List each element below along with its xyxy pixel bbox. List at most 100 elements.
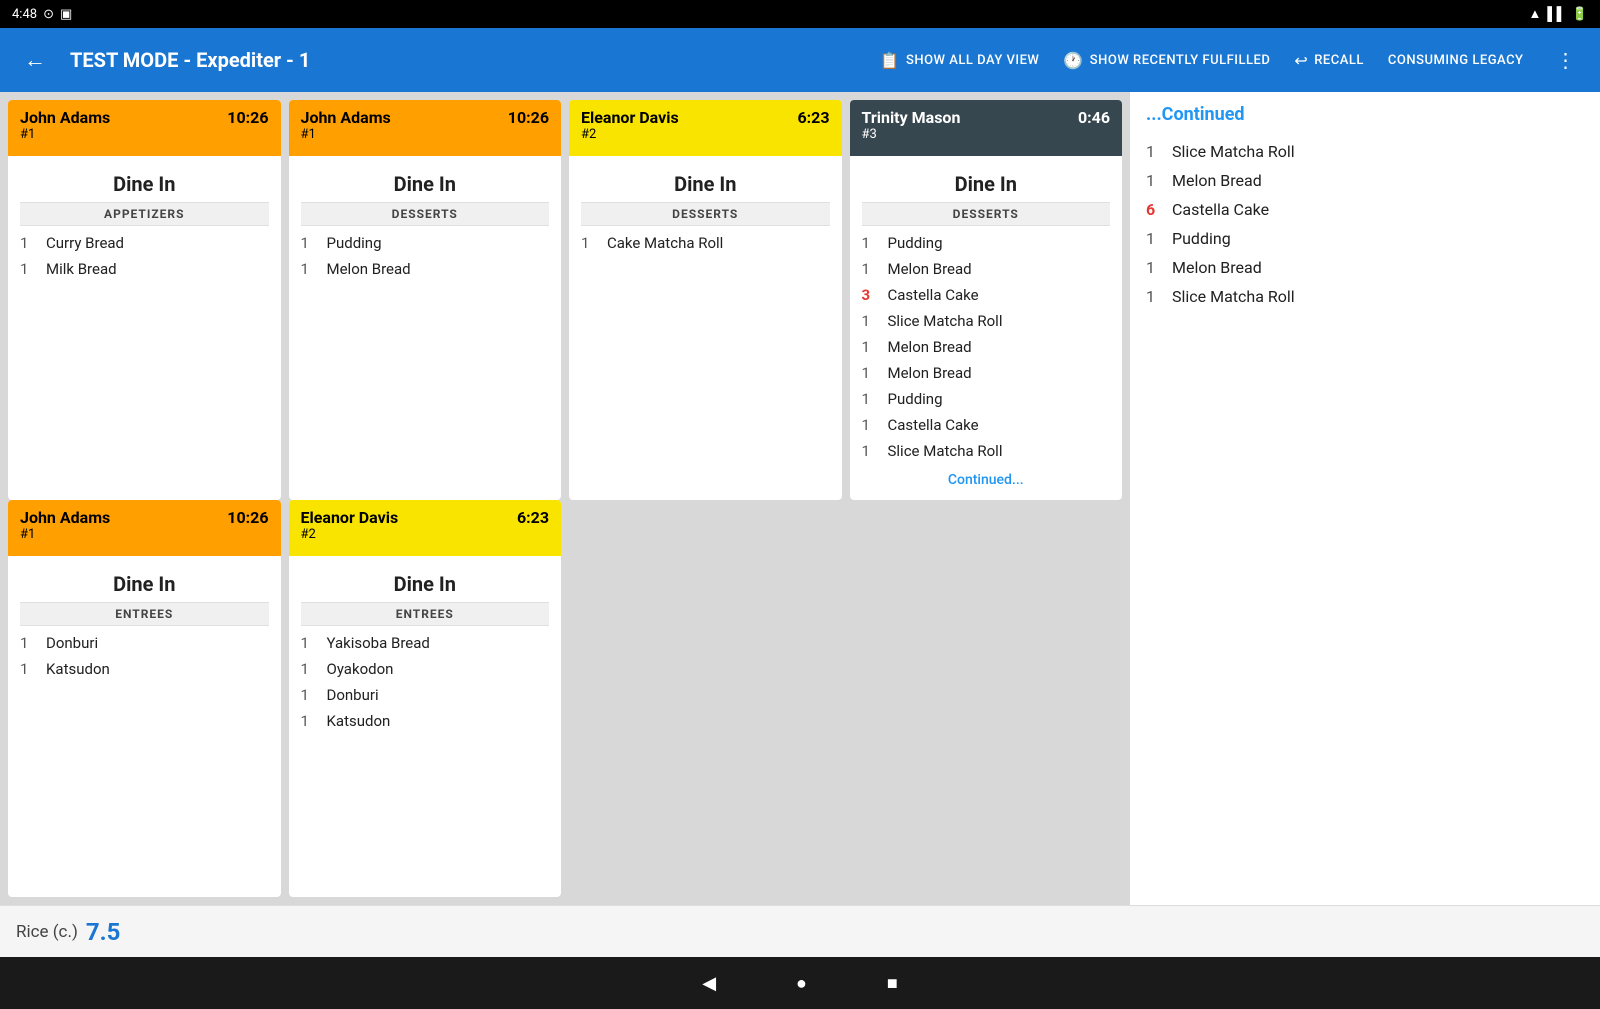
order-card-eleanor-davis-desserts[interactable]: Eleanor Davis #2 6:23 Dine In DESSERTS 1… [569,100,842,500]
card-header-left: John Adams #1 [20,508,110,542]
list-item: 1 Donburi [301,682,550,708]
item-qty: 1 [862,364,880,382]
list-item: 1 Melon Bread [862,360,1111,386]
recall-icon: ↩ [1294,51,1308,70]
nav-home-button[interactable]: ● [796,973,807,994]
item-name: Melon Bread [888,260,972,278]
list-item: 1 Pudding [1146,224,1584,253]
order-card-eleanor-davis-entrees[interactable]: Eleanor Davis #2 6:23 Dine In ENTREES 1 … [289,500,562,897]
empty-cell-3 [569,500,842,897]
signal-icon: ▌▌ [1547,6,1565,22]
item-name: Melon Bread [327,260,411,278]
list-item: 1 Castella Cake [862,412,1111,438]
status-bar-right: ▲ ▌▌ 🔋 [1529,6,1588,22]
section-header: ENTREES [301,602,550,626]
item-name: Pudding [327,234,382,252]
item-qty: 1 [1146,229,1164,248]
item-name: Cake Matcha Roll [607,234,723,252]
toolbar-actions: 📋 SHOW ALL DAY VIEW 🕐 SHOW RECENTLY FULF… [880,44,1584,76]
list-item: 1 Melon Bread [862,334,1111,360]
customer-name: John Adams [20,108,110,127]
item-name: Slice Matcha Roll [888,442,1003,460]
cards-area: John Adams #1 10:26 Dine In APPETIZERS 1… [0,92,1130,905]
bottom-bar: Rice (c.) 7.5 [0,905,1600,957]
status-dot-icon: ⊙ [43,7,54,22]
card-header: Eleanor Davis #2 6:23 [289,500,562,556]
recall-label: RECALL [1314,53,1364,68]
order-card-john-adams-entrees[interactable]: John Adams #1 10:26 Dine In ENTREES 1 Do… [8,500,281,897]
item-name: Katsudon [327,712,391,730]
order-num: #1 [20,527,110,542]
card-header-left: John Adams #1 [20,108,110,142]
back-button[interactable]: ← [16,43,54,77]
order-card-john-adams-desserts[interactable]: John Adams #1 10:26 Dine In DESSERTS 1 P… [289,100,562,500]
item-name: Pudding [888,390,943,408]
order-num: #2 [301,527,399,542]
item-name: Donburi [46,634,98,652]
show-all-day-button[interactable]: 📋 SHOW ALL DAY VIEW [880,51,1040,70]
item-name: Castella Cake [888,286,979,304]
main-content: John Adams #1 10:26 Dine In APPETIZERS 1… [0,92,1600,905]
item-qty: 1 [862,390,880,408]
list-item: 1 Pudding [862,386,1111,412]
status-bar: 4:48 ⊙ ▣ ▲ ▌▌ 🔋 [0,0,1600,28]
list-item: 3 Castella Cake [862,282,1111,308]
list-item: 1 Melon Bread [301,256,550,282]
list-item: 1 Pudding [862,230,1111,256]
nav-recents-button[interactable]: ■ [887,973,898,994]
show-recently-fulfilled-button[interactable]: 🕐 SHOW RECENTLY FULFILLED [1063,51,1270,70]
list-item: 1 Pudding [301,230,550,256]
card-header: Trinity Mason #3 0:46 [850,100,1123,156]
item-qty: 1 [862,234,880,252]
list-item: 1 Milk Bread [20,256,269,282]
item-qty: 1 [862,312,880,330]
dine-type: Dine In [301,564,550,602]
nav-bar: ◀ ● ■ [0,957,1600,1009]
list-item: 1 Melon Bread [862,256,1111,282]
item-name: Slice Matcha Roll [1172,287,1295,306]
section-header: DESSERTS [862,202,1111,226]
customer-name: John Adams [301,108,391,127]
item-name: Katsudon [46,660,110,678]
list-item: 1 Curry Bread [20,230,269,256]
show-all-day-label: SHOW ALL DAY VIEW [906,53,1039,68]
item-name: Melon Bread [888,364,972,382]
item-qty: 1 [862,442,880,460]
list-item: 6 Castella Cake [1146,195,1584,224]
item-qty: 1 [862,416,880,434]
status-bar-left: 4:48 ⊙ ▣ [12,7,72,22]
customer-name: Eleanor Davis [301,508,399,527]
consuming-legacy-button[interactable]: CONSUMING LEGACY [1388,53,1524,68]
order-card-trinity-mason[interactable]: Trinity Mason #3 0:46 Dine In DESSERTS 1… [850,100,1123,500]
list-item: 1 Katsudon [301,708,550,734]
more-options-button[interactable]: ⋮ [1548,44,1585,76]
bottom-bar-value: 7.5 [86,918,121,946]
item-name: Curry Bread [46,234,124,252]
order-card-john-adams-appetizers[interactable]: John Adams #1 10:26 Dine In APPETIZERS 1… [8,100,281,500]
dine-type: Dine In [581,164,830,202]
item-name: Castella Cake [1172,200,1269,219]
clock-icon: 🕐 [1063,51,1083,70]
cards-row-1: John Adams #1 10:26 Dine In APPETIZERS 1… [8,100,1122,500]
customer-name: Trinity Mason [862,108,961,127]
item-name: Slice Matcha Roll [1172,142,1295,161]
item-name: Milk Bread [46,260,117,278]
order-num: #1 [301,127,391,142]
nav-back-button[interactable]: ◀ [702,973,716,994]
item-qty: 1 [20,634,38,652]
section-header: ENTREES [20,602,269,626]
item-qty: 1 [20,260,38,278]
item-qty: 1 [1146,258,1164,277]
customer-name: Eleanor Davis [581,108,679,127]
order-time: 10:26 [227,108,268,127]
toolbar: ← TEST MODE - Expediter - 1 📋 SHOW ALL D… [0,28,1600,92]
card-header: Eleanor Davis #2 6:23 [569,100,842,156]
recall-button[interactable]: ↩ RECALL [1294,51,1364,70]
list-item: 1 Melon Bread [1146,253,1584,282]
item-qty: 6 [1146,200,1164,219]
status-time: 4:48 [12,7,37,22]
card-body: Dine In DESSERTS 1 Pudding 1 Melon Bread… [850,156,1123,500]
item-name: Yakisoba Bread [327,634,430,652]
item-name: Melon Bread [1172,171,1262,190]
continued-title: ...Continued [1146,104,1584,125]
